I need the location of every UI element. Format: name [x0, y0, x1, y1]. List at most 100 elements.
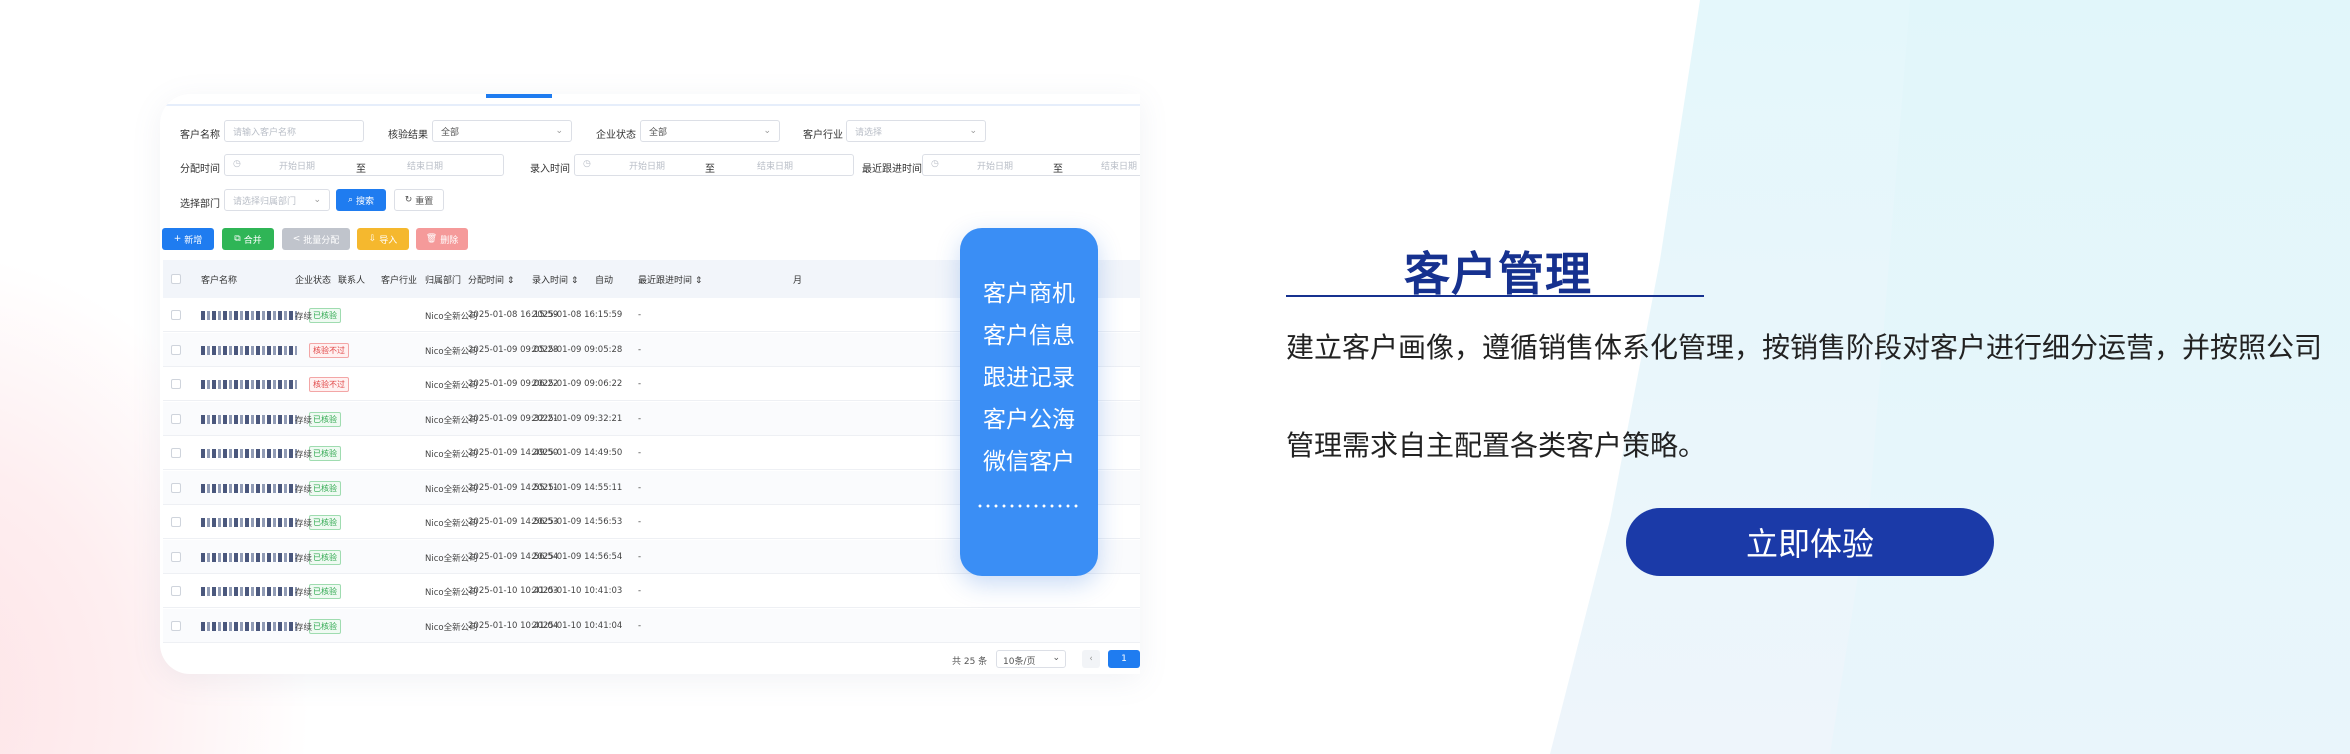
row-checkbox[interactable] — [171, 517, 181, 527]
cell-follow-time: - — [638, 551, 642, 562]
menu-item-opportunity[interactable]: 客户商机 — [960, 274, 1098, 308]
department-select[interactable]: 请选择归属部门 ⌄ — [224, 189, 330, 211]
sort-icon: ⇕ — [694, 276, 703, 286]
customer-name-input[interactable]: 请输入客户名称 — [224, 120, 364, 142]
th-department: 归属部门 — [425, 276, 462, 286]
cell-entry-time: 2025-01-10 10:41:03 — [532, 586, 623, 596]
pager-prev-button[interactable]: ‹ — [1082, 650, 1100, 668]
th-industry: 客户行业 — [381, 276, 418, 286]
masked-customer-name — [201, 345, 297, 355]
industry-select[interactable]: 请选择 ⌄ — [846, 120, 986, 142]
masked-customer-name — [201, 483, 297, 493]
pager-current-page[interactable]: 1 — [1108, 650, 1140, 668]
table-row[interactable]: 已核验 存续 Nico全新公司 2025-01-10 10:41:03 2025-01-… — [163, 574, 1140, 608]
description-line-2: 管理需求自主配置各类客户策略。 — [1286, 429, 1707, 462]
select-all-checkbox[interactable] — [171, 274, 181, 284]
th-entry-time-label: 录入时间 — [532, 276, 569, 286]
chevron-down-icon: ⌄ — [555, 126, 563, 136]
row-checkbox[interactable] — [171, 413, 181, 424]
row-checkbox[interactable] — [171, 551, 181, 562]
trash-icon: 🗑 — [425, 234, 438, 244]
page-size-value: 10条/页 — [1003, 657, 1036, 667]
menu-item-follow-record[interactable]: 跟进记录 — [960, 358, 1098, 392]
tab-active-indicator[interactable] — [486, 94, 552, 98]
masked-customer-name — [201, 311, 297, 320]
industry-label: 客户行业 — [803, 130, 843, 141]
company-status-value: 全部 — [649, 128, 668, 138]
cell-entry-time: 2025-01-08 16:15:59 — [532, 310, 623, 320]
row-checkbox[interactable] — [171, 310, 181, 320]
add-button[interactable]: + 新增 — [162, 228, 214, 250]
verify-result-label: 核验结果 — [388, 130, 428, 141]
delete-button[interactable]: 🗑 删除 — [416, 228, 468, 250]
import-button[interactable]: ⇩ 导入 — [357, 228, 409, 250]
row-checkbox[interactable] — [171, 586, 181, 596]
reset-button[interactable]: ↻ 重置 — [394, 189, 444, 211]
cell-follow-time: - — [638, 379, 642, 389]
company-status-select[interactable]: 全部 ⌄ — [640, 120, 780, 142]
row-checkbox[interactable] — [171, 379, 181, 389]
chevron-down-icon: ⌄ — [969, 126, 977, 136]
verify-tag: 核验不过 — [309, 377, 349, 392]
merge-icon: ⧉ — [234, 234, 241, 244]
th-follow-time[interactable]: 最近跟进时间 ⇕ — [638, 273, 702, 286]
th-assign-time[interactable]: 分配时间 ⇕ — [468, 273, 514, 286]
entry-range-separator: 至 — [705, 164, 715, 175]
verify-result-select[interactable]: 全部 ⌄ — [432, 120, 572, 142]
verify-tag: 核验不过 — [309, 342, 349, 358]
row-checkbox[interactable] — [171, 448, 181, 458]
cell-entry-time: 2025-01-09 14:55:11 — [532, 482, 623, 493]
more-dots — [976, 504, 1082, 508]
delete-button-label: 删除 — [440, 235, 459, 246]
follow-range-separator: 至 — [1053, 164, 1063, 175]
follow-start-placeholder: 开始日期 — [977, 162, 1014, 172]
assign-start-placeholder: 开始日期 — [279, 162, 316, 172]
batch-assign-button[interactable]: < 批量分配 — [282, 228, 350, 250]
th-assign-time-label: 分配时间 — [468, 276, 505, 286]
menu-item-public-pool[interactable]: 客户公海 — [960, 400, 1098, 434]
cell-status: 存续 — [295, 415, 313, 426]
cell-status: 存续 — [295, 484, 313, 495]
department-placeholder: 请选择归属部门 — [233, 197, 297, 207]
row-checkbox[interactable] — [171, 620, 181, 631]
cell-entry-time: 2025-01-10 10:41:04 — [532, 620, 623, 631]
search-button[interactable]: ⌕ 搜索 — [336, 189, 386, 211]
verify-tag: 已核验 — [309, 549, 341, 565]
title-underline — [1286, 295, 1704, 297]
cell-follow-time: - — [638, 482, 642, 493]
entry-time-label: 录入时间 — [530, 164, 570, 175]
sort-icon: ⇕ — [506, 276, 515, 286]
cell-entry-time: 2025-01-09 09:06:22 — [532, 379, 623, 389]
follow-time-range[interactable]: ◷ 开始日期 结束日期 — [922, 154, 1140, 176]
menu-item-customer-info[interactable]: 客户信息 — [960, 316, 1098, 350]
cell-status: 存续 — [295, 450, 313, 460]
table-row[interactable]: 已核验 存续 Nico全新公司 2025-01-10 10:41:04 2025-01-… — [163, 608, 1140, 643]
merge-button[interactable]: ⧉ 合并 — [222, 228, 274, 250]
verify-tag: 已核验 — [309, 515, 341, 530]
row-checkbox[interactable] — [171, 482, 181, 493]
entry-start-placeholder: 开始日期 — [629, 162, 666, 172]
cell-entry-time: 2025-01-09 09:32:21 — [532, 413, 623, 424]
add-button-label: 新增 — [184, 235, 203, 246]
verify-tag: 已核验 — [309, 308, 341, 323]
masked-customer-name — [201, 587, 297, 596]
share-icon: < — [292, 234, 301, 244]
masked-customer-name — [201, 414, 297, 424]
th-entry-time[interactable]: 录入时间 ⇕ — [532, 273, 578, 286]
import-icon: ⇩ — [368, 234, 377, 244]
sort-icon: ⇕ — [570, 276, 579, 286]
page-size-select[interactable]: 10条/页 ⌄ — [996, 650, 1066, 668]
menu-item-wechat-customer[interactable]: 微信客户 — [960, 442, 1098, 476]
cell-status: 存续 — [295, 312, 313, 322]
row-checkbox[interactable] — [171, 344, 181, 355]
cell-status: 存续 — [295, 588, 313, 598]
assign-end-placeholder: 结束日期 — [407, 162, 444, 172]
cell-follow-time: - — [638, 413, 642, 424]
description-line-1: 建立客户画像，遵循销售体系化管理，按销售阶段对客户进行细分运营，并按照公司 — [1286, 331, 2323, 364]
cell-follow-time: - — [638, 586, 642, 596]
feature-menu-card: 客户商机 客户信息 跟进记录 客户公海 微信客户 — [960, 228, 1098, 576]
clock-icon: ◷ — [931, 159, 939, 169]
cell-follow-time: - — [638, 344, 642, 355]
try-now-button[interactable]: 立即体验 — [1626, 508, 1994, 576]
import-button-label: 导入 — [379, 235, 398, 246]
